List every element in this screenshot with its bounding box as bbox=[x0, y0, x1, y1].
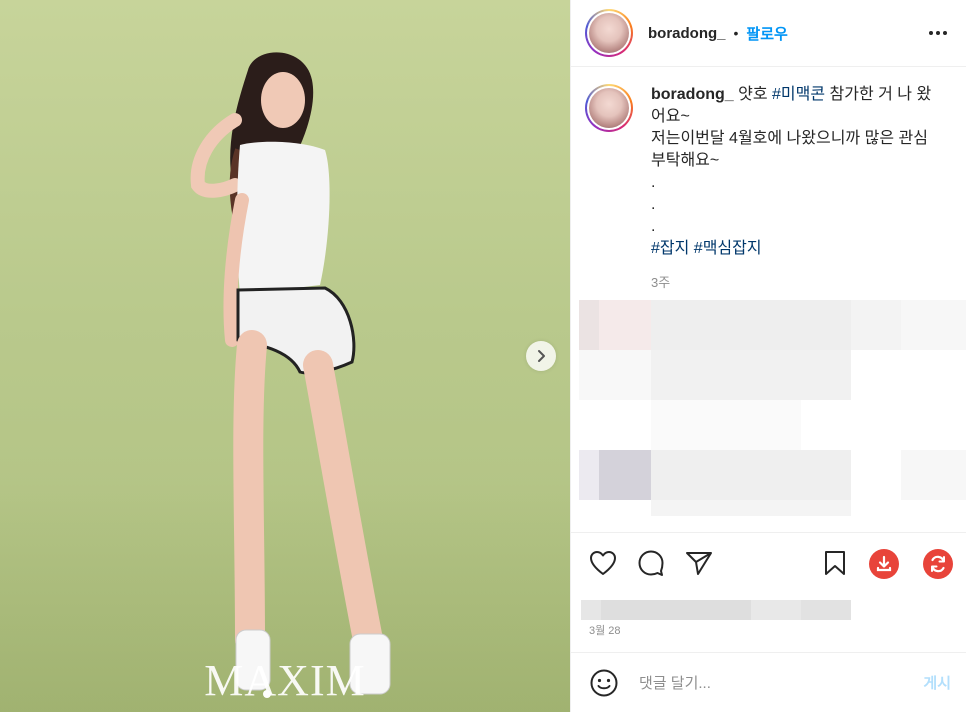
avatar[interactable] bbox=[585, 9, 633, 57]
carousel-indicator bbox=[263, 690, 271, 698]
separator-dot: • bbox=[733, 25, 739, 41]
bookmark-icon bbox=[825, 551, 845, 575]
header-username[interactable]: boradong_ bbox=[648, 25, 726, 42]
caption-username[interactable]: boradong_ bbox=[651, 86, 734, 103]
post-caption: boradong_ 얏호 #미맥콘 참가한 거 나 왔어요~ 저는이번달 4월호… bbox=[585, 84, 955, 294]
emoji-icon[interactable] bbox=[589, 668, 619, 698]
follow-button[interactable]: 팔로우 bbox=[746, 23, 787, 44]
post-photo bbox=[190, 52, 391, 695]
maxim-watermark: MAXIM bbox=[204, 656, 366, 705]
post-detail-panel: boradong_ • 팔로우 boradong_ 얏호 #미맥콘 참가한 거 … bbox=[570, 0, 966, 712]
download-icon bbox=[876, 555, 892, 572]
save-button[interactable] bbox=[821, 549, 849, 577]
caption-avatar[interactable] bbox=[585, 84, 633, 132]
hashtag-link[interactable]: #미맥콘 bbox=[772, 86, 825, 103]
caption-text: boradong_ 얏호 #미맥콘 참가한 거 나 왔어요~ 저는이번달 4월호… bbox=[651, 84, 941, 294]
comment-icon bbox=[638, 550, 664, 576]
hashtag-link[interactable]: #잡지 bbox=[651, 240, 689, 257]
caption-timestamp[interactable]: 3주 bbox=[651, 272, 941, 294]
more-icon bbox=[929, 31, 947, 35]
chevron-right-icon bbox=[538, 350, 545, 362]
caption-profile-picture bbox=[589, 88, 629, 128]
post-date[interactable]: 3월 28 bbox=[589, 622, 621, 638]
post-actions bbox=[571, 532, 966, 594]
blurred-comments bbox=[579, 300, 966, 516]
caption-dot-2: . bbox=[651, 196, 656, 213]
caption-line1-prefix: 얏호 bbox=[733, 86, 773, 103]
download-button[interactable] bbox=[869, 549, 899, 579]
refresh-icon bbox=[931, 555, 945, 573]
share-button[interactable] bbox=[685, 549, 713, 577]
send-icon bbox=[686, 552, 712, 575]
heart-icon bbox=[590, 551, 616, 575]
post-header: boradong_ • 팔로우 bbox=[571, 0, 966, 67]
post-media[interactable]: MAXIM bbox=[0, 0, 570, 712]
comment-button[interactable] bbox=[637, 549, 665, 577]
profile-picture bbox=[589, 13, 629, 53]
post-comment-button[interactable]: 게시 bbox=[923, 672, 951, 693]
comment-input[interactable]: 댓글 달기... bbox=[639, 672, 923, 693]
like-button[interactable] bbox=[589, 549, 617, 577]
repost-button[interactable] bbox=[923, 549, 953, 579]
comment-form: 댓글 달기... 게시 bbox=[571, 652, 966, 712]
hashtag-link[interactable]: #맥심잡지 bbox=[694, 240, 762, 257]
caption-dot-1: . bbox=[651, 174, 656, 191]
caption-line2: 저는이번달 4월호에 나왔으니까 많은 관심 부탁해요~ bbox=[651, 130, 928, 169]
caption-dot-3: . bbox=[651, 218, 656, 235]
more-options-button[interactable] bbox=[927, 22, 949, 44]
blurred-likes bbox=[581, 600, 851, 620]
next-slide-button[interactable] bbox=[526, 341, 556, 371]
